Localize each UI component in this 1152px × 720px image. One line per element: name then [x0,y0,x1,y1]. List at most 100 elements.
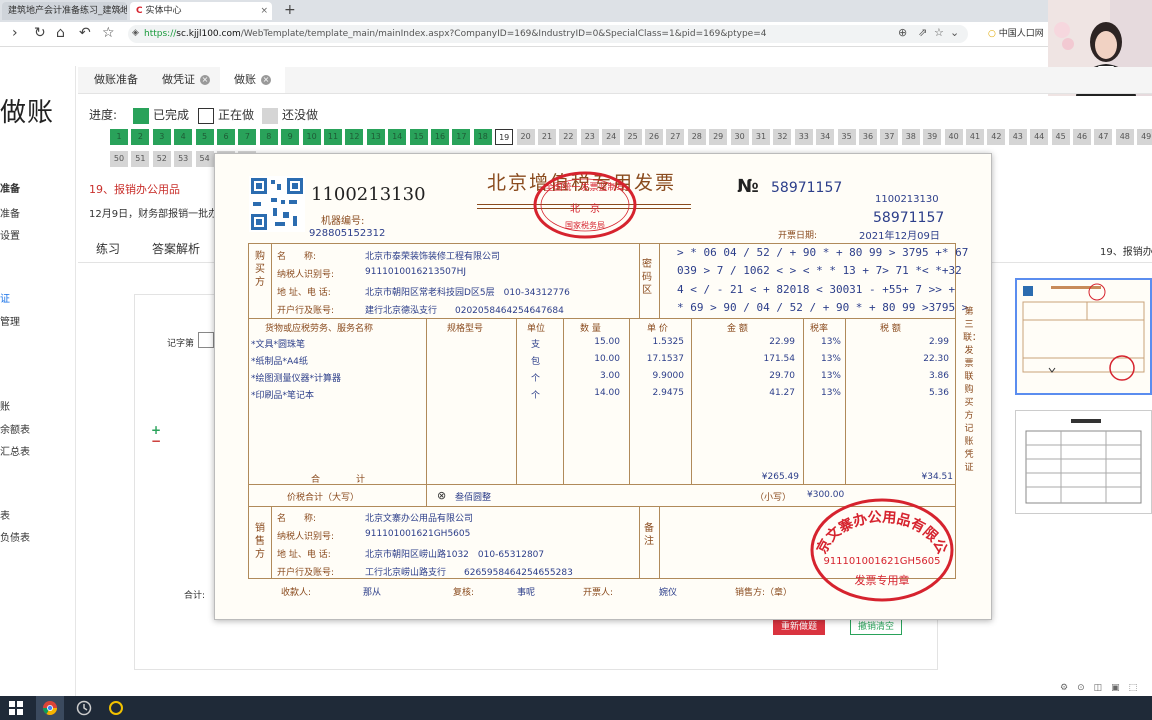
star-icon[interactable]: ☆ [934,26,944,39]
zoom-icon[interactable]: ⊕ [898,26,907,39]
progress-step[interactable]: 11 [324,129,342,145]
progress-step[interactable]: 4 [174,129,193,145]
progress-step[interactable]: 31 [752,129,770,145]
progress-step[interactable]: 23 [580,129,599,145]
progress-step[interactable]: 33 [794,129,813,145]
progress-step[interactable]: 39 [923,129,942,145]
new-tab-button[interactable]: + [284,2,296,18]
progress-step[interactable]: 22 [559,129,578,145]
progress-step[interactable]: 26 [645,129,663,145]
sidebar-item[interactable]: 准备 [0,205,20,220]
sidebar-item[interactable]: 汇总表 [0,443,30,458]
reimbursement-form-thumbnail [1016,411,1151,513]
progress-step[interactable]: 50 [110,151,128,167]
tab-bookkeeping[interactable]: 做账 × [220,67,285,93]
progress-step[interactable]: 9 [281,129,300,145]
progress-step[interactable]: 34 [816,129,835,145]
close-icon[interactable]: × [115,2,123,20]
browser-tab-label: 实体中心 [145,6,182,16]
progress-step[interactable]: 15 [409,129,428,145]
progress-step[interactable]: 49 [1137,129,1152,145]
progress-step[interactable]: 37 [880,129,899,145]
record-app-icon[interactable] [108,700,124,716]
progress-step[interactable]: 45 [1051,129,1070,145]
progress-step[interactable]: 51 [131,151,150,167]
chevron-down-icon[interactable]: ⌄ [950,26,959,39]
close-icon[interactable]: × [261,75,271,85]
tab-answer[interactable]: 答案解析 [152,240,200,257]
clock-app-icon[interactable] [76,700,92,716]
progress-step[interactable]: 24 [602,129,621,145]
progress-step[interactable]: 48 [1115,129,1134,145]
sidebar-item[interactable]: 管理 [0,313,20,328]
url-field[interactable]: ◈ https://sc.kjjl100.com/WebTemplate/tem… [128,25,968,43]
progress-step[interactable]: 7 [238,129,257,145]
redo-button[interactable]: 重新做题 [773,619,825,635]
progress-step[interactable]: 20 [516,129,535,145]
browser-tab-active[interactable]: C 实体中心 × [130,2,272,20]
progress-step[interactable]: 28 [687,129,706,145]
progress-step[interactable]: 18 [473,129,492,145]
progress-step[interactable]: 32 [773,129,792,145]
progress-step[interactable]: 14 [388,129,407,145]
sidebar-item[interactable]: 设置 [0,227,20,242]
progress-step[interactable]: 35 [837,129,856,145]
tab-prepare[interactable]: 做账准备 [80,67,152,93]
progress-step[interactable]: 12 [345,129,364,145]
sidebar-item[interactable]: 余额表 [0,421,30,436]
remove-row-button[interactable]: − [151,434,161,448]
progress-step[interactable]: 53 [174,151,193,167]
windows-start-icon[interactable] [8,700,24,716]
progress-step[interactable]: 10 [302,129,321,145]
attachment-thumbnail-invoice[interactable] [1015,278,1152,395]
progress-step[interactable]: 46 [1073,129,1091,145]
voucher-number-input[interactable] [198,332,214,348]
progress-step[interactable]: 3 [152,129,171,145]
forward-icon[interactable]: › [12,25,18,41]
progress-step[interactable]: 41 [966,129,984,145]
progress-step[interactable]: 44 [1030,129,1049,145]
sidebar-item[interactable]: 负债表 [0,529,30,544]
progress-step[interactable]: 29 [709,129,728,145]
progress-step[interactable]: 30 [730,129,749,145]
taskbar-active-app[interactable] [36,696,64,720]
bookmark-link[interactable]: ○ 中国人口网 [988,26,1044,39]
progress-step[interactable]: 25 [623,129,642,145]
reload-icon[interactable]: ↻ [34,25,46,41]
qr-code-icon [249,176,305,232]
tab-practice[interactable]: 练习 [96,240,120,257]
progress-step[interactable]: 38 [901,129,920,145]
progress-step[interactable]: 21 [538,129,556,145]
progress-step[interactable]: 54 [195,151,214,167]
progress-step[interactable]: 36 [859,129,877,145]
progress-step[interactable]: 16 [431,129,449,145]
progress-step[interactable]: 42 [987,129,1006,145]
sidebar-item[interactable]: 表 [0,507,10,522]
progress-step[interactable]: 43 [1008,129,1027,145]
sidebar-item[interactable]: 准备 [0,180,20,195]
progress-step[interactable]: 5 [195,129,214,145]
progress-step[interactable]: 8 [259,129,278,145]
bookmark-star-icon[interactable]: ☆ [102,25,115,41]
clear-button[interactable]: 撤销清空 [850,619,902,635]
close-icon[interactable]: × [200,75,210,85]
close-icon[interactable]: × [260,2,268,20]
progress-step[interactable]: 2 [131,129,150,145]
progress-step[interactable]: 40 [944,129,963,145]
progress-step[interactable]: 27 [666,129,685,145]
progress-step[interactable]: 1 [110,129,128,145]
progress-step[interactable]: 47 [1094,129,1113,145]
sidebar-item[interactable]: 账 [0,398,10,413]
sidebar-item-active[interactable]: 证 [0,290,10,305]
tab-voucher[interactable]: 做凭证 × [148,67,224,93]
share-icon[interactable]: ⇗ [918,26,927,39]
progress-step[interactable]: 13 [366,129,385,145]
progress-step[interactable]: 19 [495,129,514,145]
progress-step[interactable]: 6 [217,129,235,145]
attachment-thumbnail-reimbursement[interactable] [1015,410,1152,514]
progress-step[interactable]: 52 [152,151,171,167]
undo-icon[interactable]: ↶ [79,25,91,41]
browser-tab[interactable]: 建筑地产会计准备练习_建筑地... × [2,2,127,20]
progress-step[interactable]: 17 [452,129,471,145]
home-icon[interactable]: ⌂ [56,25,65,41]
